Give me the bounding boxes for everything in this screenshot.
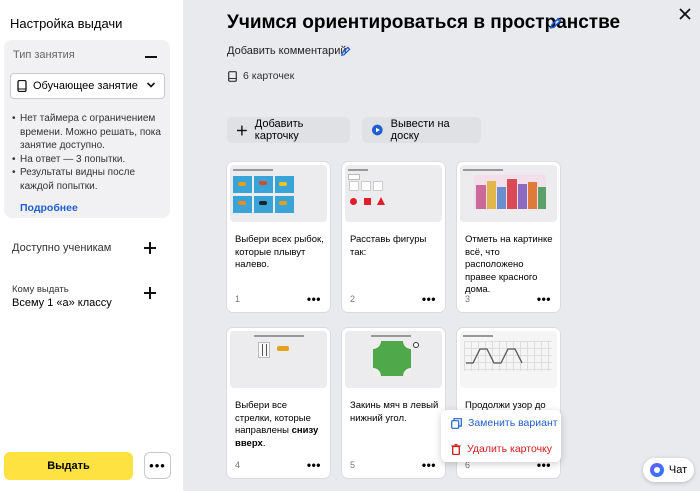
task-card[interactable]: Отметь на картинке всё, что расположено … [457,162,560,312]
close-icon[interactable] [678,7,692,21]
more-dots-icon[interactable]: ••• [307,293,321,305]
available-label: Доступно ученикам [12,242,112,254]
who-label: Кому выдать [12,284,69,295]
more-dots-icon[interactable]: ••• [144,452,171,479]
card-text: Выбери все стрелки, которые направлены с… [235,400,325,450]
bullet-item: Результаты видны после каждой попытки. [12,166,164,193]
chat-icon [649,463,664,477]
card-text: Выбери всех рыбок, которые плывут налево… [235,234,324,270]
show-on-board-button[interactable]: Вывести на доску [362,117,481,143]
card-thumbnail [230,165,327,222]
card-thumbnail [345,331,442,388]
show-on-board-label: Вывести на доску [390,118,450,142]
more-dots-icon[interactable]: ••• [537,459,551,471]
cards-count: 6 карточек [228,70,294,82]
who-value: Всему 1 «а» классу [12,297,112,309]
more-link[interactable]: Подробнее [20,202,78,214]
bullet-item: Нет таймера с ограничением времени. Можн… [12,112,164,153]
card-number: 3 [465,294,471,304]
more-dots-icon[interactable]: ••• [307,459,321,471]
card-number: 2 [350,294,356,304]
play-icon [372,124,383,136]
lesson-type-description: Нет таймера с ограничением времени. Можн… [12,112,164,193]
plus-icon[interactable] [144,287,156,299]
card-thumbnail [345,165,442,222]
card-number: 5 [350,460,356,470]
sidebar-title: Настройка выдачи [10,16,123,31]
card-text-after: . [262,437,266,449]
task-card[interactable]: Выбери всех рыбок, которые плывут налево… [227,162,330,312]
trash-icon [451,443,461,455]
replace-variant-label: Заменить вариант [468,417,558,429]
task-card[interactable]: Закинь мяч в левый нижний угол. 5 ••• [342,328,445,478]
more-dots-icon[interactable]: ••• [537,293,551,305]
card-text: Закинь мяч в левый нижний угол. [350,400,439,424]
issue-button[interactable]: Выдать [4,452,133,480]
lesson-type-value: Обучающее занятие [33,80,138,92]
replace-variant-item[interactable]: Заменить вариант [451,417,558,429]
card-thumbnail [460,331,557,388]
delete-card-item[interactable]: Удалить карточку [451,443,552,455]
card-number: 1 [235,294,241,304]
lesson-type-heading: Тип занятия [13,49,75,61]
card-thumbnail [460,165,557,222]
task-card[interactable]: Выбери все стрелки, которые направлены с… [227,328,330,478]
card-text: Расставь фигуры так: [350,234,427,258]
task-card[interactable]: Расставь фигуры так: 2 ••• [342,162,445,312]
delete-card-label: Удалить карточку [467,443,553,455]
bullet-item: На ответ — 3 попытки. [12,153,164,167]
phone-icon [17,80,27,92]
chat-button[interactable]: Чат [643,458,694,482]
chat-label: Чат [668,464,688,476]
cards-icon [228,70,237,82]
pencil-icon[interactable] [549,17,562,30]
lesson-type-block: Тип занятия Обучающее занятие Нет таймер… [4,40,170,218]
card-context-menu: Заменить вариант Удалить карточку [441,410,561,462]
minus-icon[interactable] [145,56,157,58]
card-text: Отметь на картинке всё, что расположено … [465,234,553,295]
lesson-type-select[interactable]: Обучающее занятие [10,73,165,99]
sidebar: Настройка выдачи Тип занятия Обучающее з… [0,0,183,491]
more-dots-icon[interactable]: ••• [422,459,436,471]
card-number: 4 [235,460,241,470]
add-comment-link[interactable]: Добавить комментарий [227,45,346,57]
chevron-down-icon [146,82,156,88]
card-thumbnail [230,331,327,388]
more-dots-icon[interactable]: ••• [422,293,436,305]
replace-icon [451,417,462,429]
plus-icon [237,125,247,135]
pencil-icon[interactable] [340,46,351,57]
add-card-button[interactable]: Добавить карточку [227,117,350,143]
plus-icon[interactable] [144,242,156,254]
add-card-label: Добавить карточку [254,118,304,142]
zigzag-pattern [466,348,523,364]
cards-count-text: 6 карточек [243,70,295,82]
